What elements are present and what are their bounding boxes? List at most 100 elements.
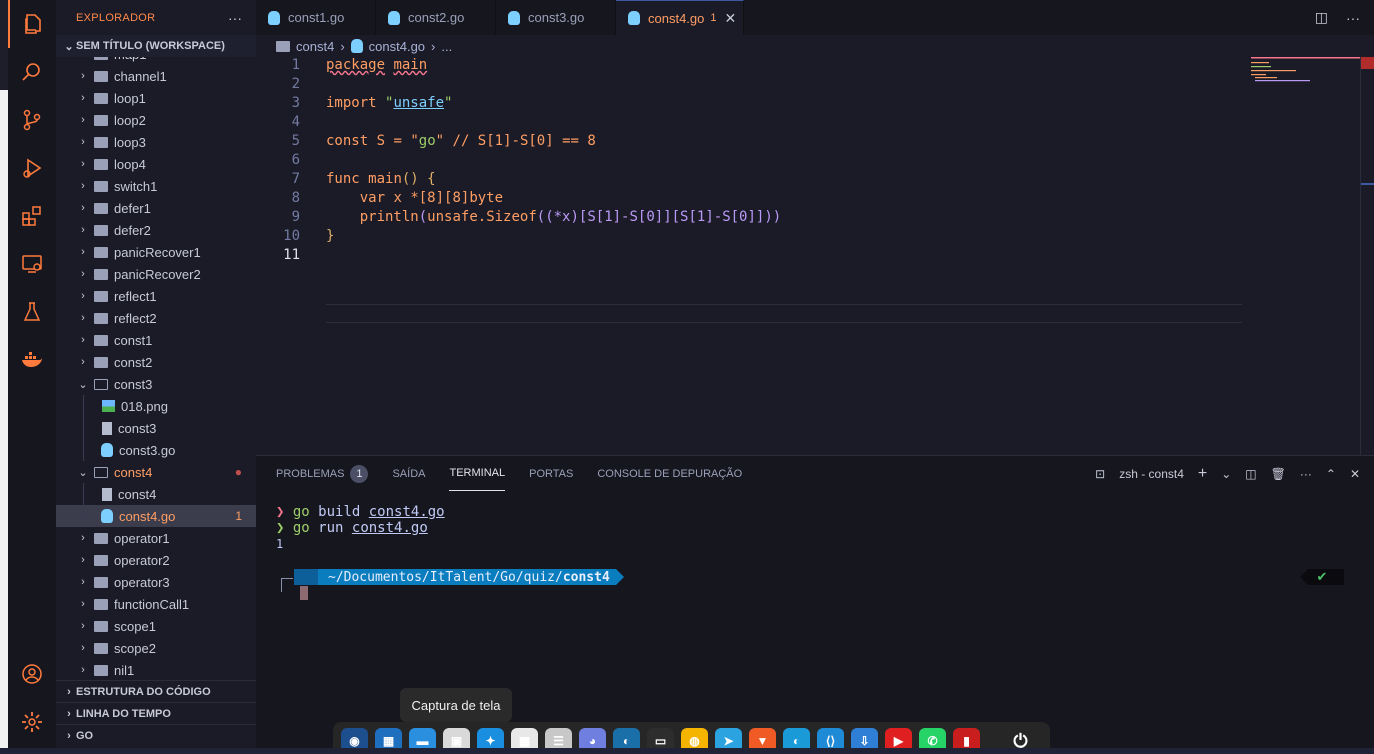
workspace-header[interactable]: ⌄ SEM TÍTULO (WORKSPACE) [56,35,256,57]
editor-tabs: const1.go const2.go const3.go const4.go 1… [256,0,1374,35]
tree-item-label: const1 [114,332,153,348]
activity-bar [8,0,56,754]
tree-item-loop1[interactable]: › loop1 [56,87,256,109]
tree-item-const3-go[interactable]: const3.go [56,439,256,461]
chevron-right-icon: › [81,268,85,280]
chevron-right-icon: › [81,532,85,544]
testing-icon[interactable] [8,288,56,336]
tab-terminal[interactable]: TERMINAL [449,456,506,491]
extensions-icon[interactable] [8,192,56,240]
tree-item-functioncall1[interactable]: › functionCall1 [56,593,256,615]
tree-item-label: const4.go [119,508,176,524]
tab-const2-go[interactable]: const2.go [376,0,496,35]
source-control-icon[interactable] [8,96,56,144]
tab-const1-go[interactable]: const1.go [256,0,376,35]
tree-item-label: operator2 [114,552,170,568]
settings-gear-icon[interactable] [8,698,56,746]
tree-item-scope2[interactable]: › scope2 [56,637,256,659]
tab-ports[interactable]: PORTAS [529,456,573,491]
minimap[interactable] [1251,57,1361,455]
tree-item-panicrecover2[interactable]: › panicRecover2 [56,263,256,285]
terminal-cursor [300,586,308,600]
breadcrumb-symbol[interactable]: ... [441,39,452,54]
tree-item-const3[interactable]: const3 [56,417,256,439]
sidebar-title: EXPLORADOR [76,11,156,24]
breadcrumb-file[interactable]: const4.go [369,39,425,54]
tree-item-operator3[interactable]: › operator3 [56,571,256,593]
go-file-icon [350,39,363,53]
tree-item-nil1[interactable]: › nil1 [56,659,256,678]
docker-icon[interactable] [8,336,56,384]
folder-icon [94,334,108,346]
folder-icon [94,268,108,280]
terminal-output[interactable]: ❯ go build const4.go ❯ go run const4.go … [276,504,445,552]
tab-problems[interactable]: PROBLEMAS 1 [276,456,369,491]
chevron-right-icon: › [81,224,85,236]
split-editor-icon[interactable]: ◫ [1315,9,1328,26]
indent-guide [83,395,84,461]
more-actions-icon[interactable]: ··· [228,10,242,26]
prompt-symbol: ❯ [276,504,285,520]
tree-item-const3[interactable]: ⌄ const3 [56,373,256,395]
file-icon [102,421,112,435]
tree-item-const4[interactable]: const4 [56,483,256,505]
tree-item-loop3[interactable]: › loop3 [56,131,256,153]
code-line-5: const S = "go" // S[1]-S[0] == 8 [326,133,596,149]
more-actions-icon[interactable]: ··· [1300,467,1312,481]
tab-output[interactable]: SAÍDA [392,456,425,491]
terminal-text: run [309,520,352,536]
run-debug-icon[interactable] [8,144,56,192]
section-go[interactable]: › GO [56,724,256,746]
tree-item-reflect2[interactable]: › reflect2 [56,307,256,329]
split-terminal-icon[interactable]: ◫ [1245,467,1256,481]
tree-item-operator1[interactable]: › operator1 [56,527,256,549]
tree-item-panicrecover1[interactable]: › panicRecover1 [56,241,256,263]
tree-item-const4-go[interactable]: const4.go 1 [56,505,256,527]
terminal-name[interactable]: zsh - const4 [1119,467,1184,481]
code-line-9: println(unsafe.Sizeof((*x)[S[1]-S[0]][S[… [359,209,782,225]
tree-item-partial[interactable]: › map1 [56,57,256,65]
account-icon[interactable] [8,650,56,698]
trash-icon[interactable]: 🗑 [1271,467,1286,481]
explorer-icon[interactable] [8,0,56,48]
section-outline[interactable]: › ESTRUTURA DO CÓDIGO [56,680,256,702]
tree-item-loop2[interactable]: › loop2 [56,109,256,131]
tree-item-label: panicRecover2 [114,266,201,282]
tree-item-operator2[interactable]: › operator2 [56,549,256,571]
vertical-scrollbar[interactable] [1360,57,1374,455]
tree-item-loop4[interactable]: › loop4 [56,153,256,175]
tree-item-label: operator3 [114,574,170,590]
maximize-panel-icon[interactable]: ⌃ [1326,467,1336,481]
section-timeline[interactable]: › LINHA DO TEMPO [56,702,256,724]
remote-explorer-icon[interactable] [8,240,56,288]
tree-item-switch1[interactable]: › switch1 [56,175,256,197]
more-actions-icon[interactable]: ··· [1346,10,1360,26]
search-icon[interactable] [8,48,56,96]
line-number: 4 [291,114,300,130]
tree-item-scope1[interactable]: › scope1 [56,615,256,637]
tab-const4-go[interactable]: const4.go 1 ✕ [616,0,744,35]
chevron-down-icon[interactable]: ⌄ [1221,467,1231,481]
code-brace: } [326,228,335,244]
tree-item-reflect1[interactable]: › reflect1 [56,285,256,307]
close-panel-icon[interactable]: ✕ [1350,467,1360,481]
tree-item-defer2[interactable]: › defer2 [56,219,256,241]
tree-item-defer1[interactable]: › defer1 [56,197,256,219]
folder-icon [94,70,108,82]
tab-label: TERMINAL [449,467,506,479]
tree-item-const1[interactable]: › const1 [56,329,256,351]
chevron-down-icon: ⌄ [78,466,88,479]
chevron-right-icon: › [81,312,85,324]
tab-label: PROBLEMAS [276,467,345,480]
tree-item-channel1[interactable]: › channel1 [56,65,256,87]
add-terminal-icon[interactable]: + [1198,465,1207,483]
breadcrumb-folder[interactable]: const4 [296,39,334,54]
folder-open-icon [94,378,108,390]
tree-item-label: const3 [118,420,157,436]
tree-item-const2[interactable]: › const2 [56,351,256,373]
tree-item-const4[interactable]: ⌄ const4 ● [56,461,256,483]
tree-item-018-png[interactable]: 018.png [56,395,256,417]
close-icon[interactable]: ✕ [725,10,737,27]
tab-const3-go[interactable]: const3.go [496,0,616,35]
tab-debug-console[interactable]: CONSOLE DE DEPURAÇÃO [597,456,742,491]
